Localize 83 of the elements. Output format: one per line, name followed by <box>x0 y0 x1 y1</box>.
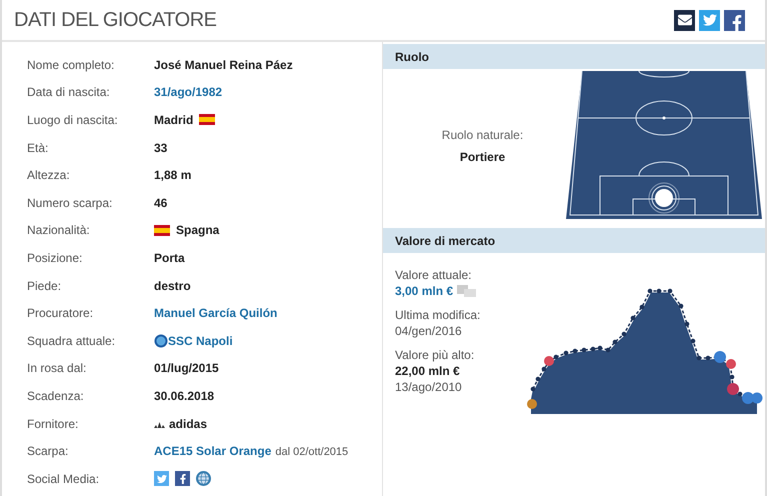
club-crest-icon <box>714 351 726 363</box>
detail-value: José Manuel Reina Páez <box>154 56 293 74</box>
detail-label: Social Media: <box>27 470 100 488</box>
club-crest-icon <box>544 356 554 366</box>
data-point <box>630 316 636 320</box>
detail-value: 33 <box>154 140 168 157</box>
detail-label: Squadra attuale: <box>27 332 116 350</box>
data-point <box>656 288 662 294</box>
data-point <box>572 348 578 354</box>
club-crest-icon <box>154 334 168 348</box>
value-label: Valore più alto: <box>395 347 476 363</box>
facebook-icon[interactable] <box>724 10 745 30</box>
speech-bubbles-icon <box>457 284 478 298</box>
detail-value: 1,88 m <box>154 167 192 184</box>
detail-value: Madrid <box>154 112 194 129</box>
role-value: Portiere <box>460 148 506 166</box>
data-point <box>598 346 602 350</box>
detail-label: Nome completo: <box>27 56 116 74</box>
data-point <box>730 374 734 380</box>
highest-date: 13/ago/2010 <box>395 379 463 395</box>
detail-label: Età: <box>27 140 50 157</box>
club-link[interactable]: SSC Napoli <box>168 332 233 350</box>
detail-label: Luogo di nascita: <box>27 112 119 129</box>
stripes-logo-icon <box>154 420 165 428</box>
detail-link[interactable]: Manuel García Quilón <box>154 304 278 322</box>
detail-value: Porta <box>154 250 185 267</box>
detail-value: 30.06.2018 <box>154 388 214 405</box>
data-point <box>622 332 626 336</box>
data-point <box>606 348 610 352</box>
spain-flag-icon <box>154 224 170 236</box>
detail-value: 46 <box>154 194 168 212</box>
data-point <box>696 356 702 360</box>
data-point <box>738 392 742 396</box>
email-icon[interactable] <box>674 10 695 30</box>
value-label: Ultima modifica: <box>395 307 482 323</box>
detail-label: Altezza: <box>27 167 71 184</box>
data-point <box>706 356 710 360</box>
detail-label: Procuratore: <box>27 305 94 322</box>
data-point <box>640 304 644 310</box>
highest-value: 22,00 mln € <box>395 363 461 379</box>
data-point <box>536 376 540 382</box>
section-header: Valore di mercato <box>383 228 765 253</box>
data-point <box>554 354 558 360</box>
section-header: Ruolo <box>383 44 765 69</box>
detail-label: Data di nascita: <box>27 84 111 102</box>
detail-value: destro <box>154 278 191 295</box>
detail-value: Spagna <box>176 222 220 240</box>
value-label: Valore attuale: <box>395 267 472 283</box>
facebook-icon[interactable] <box>175 471 190 486</box>
data-point <box>612 340 618 344</box>
globe-icon[interactable] <box>196 471 211 486</box>
current-value: 3,00 mln € <box>395 283 454 299</box>
detail-label: Numero scarpa: <box>27 194 114 212</box>
data-point <box>542 366 546 372</box>
data-point <box>590 346 596 352</box>
data-point <box>684 322 690 326</box>
detail-label: Scarpa: <box>27 443 70 460</box>
club-crest-icon <box>726 359 736 369</box>
detail-label: Fornitore: <box>27 416 80 433</box>
detail-label: In rosa dal: <box>27 360 88 378</box>
detail-value: 01/lug/2015 <box>154 360 219 378</box>
modified-date: 04/gen/2016 <box>395 323 463 339</box>
shoe-link[interactable]: ACE15 Solar Orange <box>154 442 272 460</box>
data-point <box>690 338 696 344</box>
detail-label: Nazionalità: <box>27 222 91 240</box>
data-point <box>648 288 652 294</box>
data-point <box>564 350 568 356</box>
club-crest-icon <box>527 399 537 409</box>
detail-value: adidas <box>169 416 208 433</box>
data-point <box>582 348 586 352</box>
role-label: Ruolo naturale: <box>442 126 524 144</box>
club-crest-icon <box>752 392 762 404</box>
detail-label: Piede: <box>27 278 62 295</box>
spain-flag-icon <box>199 114 216 126</box>
data-point <box>668 288 672 294</box>
club-crest-icon <box>727 383 739 395</box>
detail-label: Posizione: <box>27 250 84 267</box>
section-title: DATI DEL GIOCATORE <box>14 8 217 33</box>
detail-link[interactable]: 31/ago/1982 <box>154 83 222 102</box>
data-point <box>678 304 684 308</box>
since-date: dal 02/ott/2015 <box>275 444 348 460</box>
data-point <box>530 386 536 392</box>
detail-label: Scadenza: <box>27 388 85 405</box>
